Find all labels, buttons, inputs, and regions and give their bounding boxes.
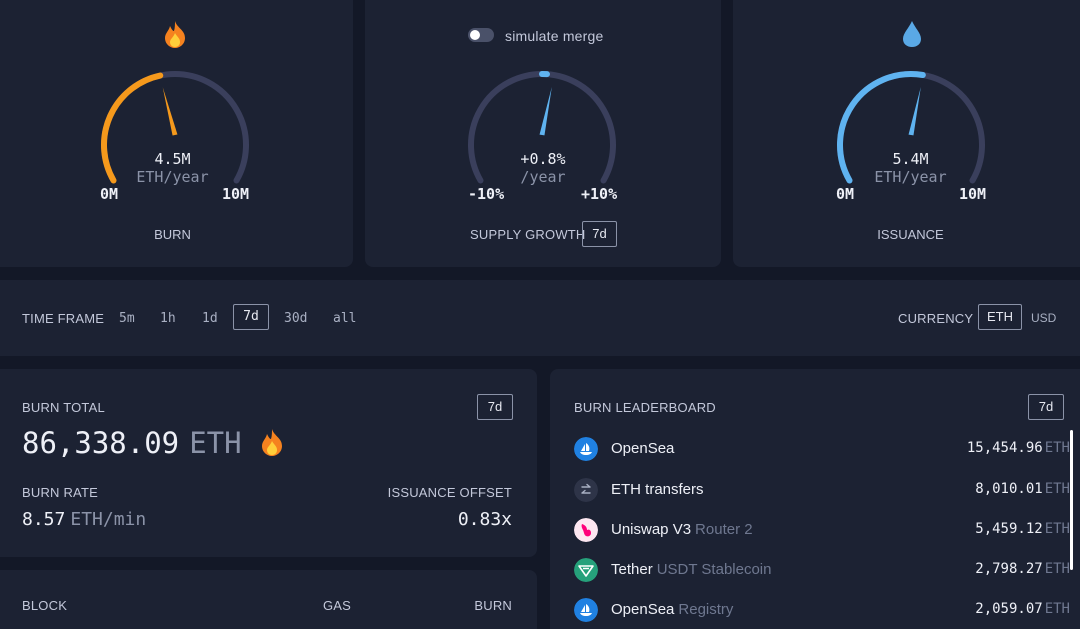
leaderboard-name: Tether USDT Stablecoin <box>611 561 771 578</box>
leaderboard-row[interactable]: ETH transfers 8,010.01 ETH <box>574 478 1070 502</box>
burn-total-amount: 86,338.09 ETH <box>22 426 242 461</box>
transfer-arrows-icon <box>574 478 598 502</box>
leaderboard-value-number: 5,459.12 <box>975 521 1043 537</box>
leaderboard-value: 2,798.27 ETH <box>975 561 1070 577</box>
leaderboard-name: Uniswap V3 Router 2 <box>611 521 753 538</box>
burn-rate-label: BURN RATE <box>22 485 98 500</box>
leaderboard-name: OpenSea <box>611 440 674 457</box>
supply-growth-unit: /year <box>520 168 566 186</box>
leaderboard-value-number: 2,059.07 <box>975 601 1043 617</box>
leaderboard-name-text: OpenSea <box>611 601 675 618</box>
timeframe-label: TIME FRAME <box>22 311 105 326</box>
supply-growth-timeframe-button[interactable]: 7d <box>582 221 617 247</box>
latest-blocks-card: BLOCK GAS BURN <box>0 570 537 629</box>
burn-total-unit: ETH <box>189 426 242 460</box>
burn-gauge-card: 4.5M ETH/year 0M 10M BURN <box>0 0 353 267</box>
leaderboard-title: BURN LEADERBOARD <box>574 400 716 415</box>
burn-total-value: 86,338.09 <box>22 426 180 460</box>
supply-growth-value: +0.8% <box>520 150 566 168</box>
gauge-needle <box>539 86 552 136</box>
timeframe-option-1d[interactable]: 1d <box>202 311 218 326</box>
leaderboard-value-number: 2,798.27 <box>975 561 1043 577</box>
supply-growth-gauge-card: simulate merge +0.8% /year -10% +10% SUP… <box>365 0 721 267</box>
currency-label: CURRENCY <box>898 311 974 326</box>
opensea-icon <box>574 598 598 622</box>
timeframe-option-5m[interactable]: 5m <box>119 311 135 326</box>
leaderboard-name: OpenSea Registry <box>611 601 733 618</box>
issuance-max: 10M <box>959 185 987 203</box>
supply-growth-min: -10% <box>468 185 505 203</box>
leaderboard-value-number: 15,454.96 <box>966 440 1043 456</box>
leaderboard-name-text: ETH transfers <box>611 481 704 498</box>
burn-column-header: BURN <box>474 598 512 613</box>
issuance-gauge-card: 5.4M ETH/year 0M 10M ISSUANCE <box>733 0 1080 267</box>
leaderboard-value: 8,010.01 ETH <box>975 481 1070 497</box>
fire-icon <box>262 429 282 456</box>
issuance-offset-value: 0.83x <box>457 509 512 530</box>
timeframe-option-all[interactable]: all <box>333 311 356 326</box>
issuance-offset-label: ISSUANCE OFFSET <box>387 485 512 500</box>
burn-total-card: BURN TOTAL 7d 86,338.09 ETH BURN RATE 8.… <box>0 369 537 557</box>
leaderboard-name-text: Uniswap V3 <box>611 521 692 538</box>
leaderboard-name-sub: Router 2 <box>695 521 753 538</box>
issuance-min: 0M <box>836 185 855 203</box>
timeframe-bar: TIME FRAME 5m 1h 1d 7d 30d all CURRENCY … <box>0 280 1080 356</box>
supply-growth-title: SUPPLY GROWTH <box>470 227 586 242</box>
burn-leaderboard-card: BURN LEADERBOARD 7d OpenSea 15,454.96 ETH… <box>550 369 1080 629</box>
burn-total-timeframe-button[interactable]: 7d <box>477 394 513 420</box>
burn-gauge-min: 0M <box>100 185 119 203</box>
leaderboard-value-number: 8,010.01 <box>975 481 1043 497</box>
timeframe-option-30d[interactable]: 30d <box>284 311 307 326</box>
leaderboard-value: 15,454.96 ETH <box>967 440 1070 456</box>
leaderboard-value: 2,059.07 ETH <box>975 601 1070 617</box>
timeframe-option-1h[interactable]: 1h <box>160 311 176 326</box>
leaderboard-name: ETH transfers <box>611 481 704 498</box>
burn-gauge-value: 4.5M <box>154 150 191 168</box>
leaderboard-value-unit: ETH <box>1044 561 1070 577</box>
leaderboard-row[interactable]: Tether USDT Stablecoin 2,798.27 ETH <box>574 558 1070 582</box>
leaderboard-row[interactable]: Uniswap V3 Router 2 5,459.12 ETH <box>574 518 1070 542</box>
opensea-icon <box>574 437 598 461</box>
leaderboard-value-unit: ETH <box>1044 481 1070 497</box>
uniswap-icon <box>574 518 598 542</box>
leaderboard-scrollbar[interactable] <box>1070 430 1073 570</box>
gas-column-header: GAS <box>323 598 352 613</box>
tether-icon <box>574 558 598 582</box>
leaderboard-row[interactable]: OpenSea 15,454.96 ETH <box>574 437 1070 461</box>
issuance-unit: ETH/year <box>874 168 947 186</box>
burn-total-title: BURN TOTAL <box>22 400 105 415</box>
gauge-needle <box>908 86 921 136</box>
currency-option-eth-selected[interactable]: ETH <box>978 304 1022 330</box>
supply-growth-max: +10% <box>581 185 618 203</box>
leaderboard-value-unit: ETH <box>1044 601 1070 617</box>
leaderboard-value-unit: ETH <box>1044 440 1070 456</box>
leaderboard-name-text: OpenSea <box>611 440 675 457</box>
leaderboard-name-sub: USDT Stablecoin <box>656 561 772 578</box>
leaderboard-name-text: Tether <box>611 561 653 578</box>
currency-option-usd[interactable]: USD <box>1031 311 1056 325</box>
block-column-header: BLOCK <box>22 598 68 613</box>
leaderboard-row[interactable]: OpenSea Registry 2,059.07 ETH <box>574 598 1070 622</box>
burn-rate-value: 8.57 <box>22 509 66 530</box>
burn-gauge-title: BURN <box>154 227 191 242</box>
leaderboard-timeframe-button[interactable]: 7d <box>1028 394 1064 420</box>
issuance-title: ISSUANCE <box>877 227 944 242</box>
burn-rate: 8.57 ETH/min <box>22 509 146 530</box>
leaderboard-value-unit: ETH <box>1044 521 1070 537</box>
issuance-value: 5.4M <box>892 150 929 168</box>
burn-gauge-max: 10M <box>222 185 250 203</box>
burn-gauge-unit: ETH/year <box>136 168 209 186</box>
leaderboard-name-sub: Registry <box>678 601 734 618</box>
gauge-needle <box>162 87 178 136</box>
timeframe-option-7d-selected[interactable]: 7d <box>233 304 269 330</box>
burn-rate-unit: ETH/min <box>70 509 147 530</box>
leaderboard-value: 5,459.12 ETH <box>975 521 1070 537</box>
